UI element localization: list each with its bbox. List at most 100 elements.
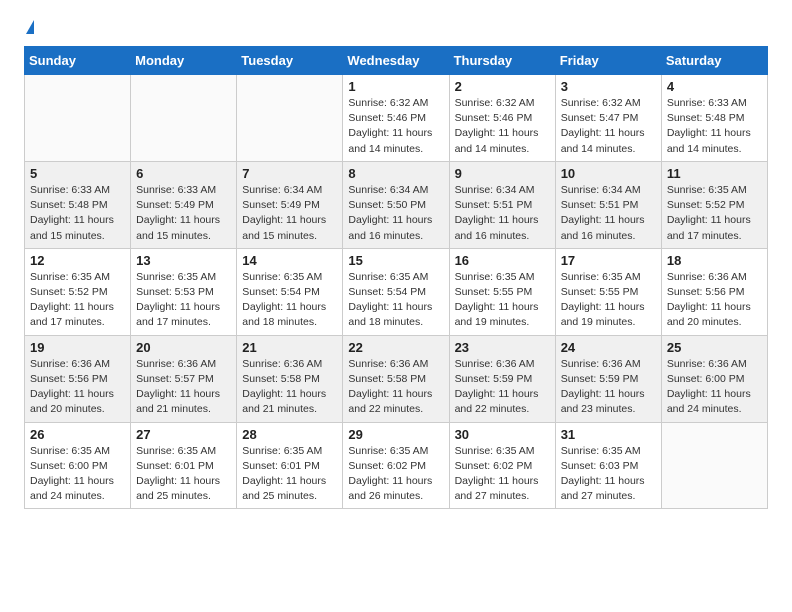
calendar-cell: 15 Sunrise: 6:35 AMSunset: 5:54 PMDayligh… xyxy=(343,248,449,335)
day-number: 27 xyxy=(136,427,231,442)
calendar-cell: 7Sunrise: 6:34 AMSunset: 5:49 PMDaylight… xyxy=(237,161,343,248)
day-number: 19 xyxy=(30,340,125,355)
calendar: SundayMondayTuesdayWednesdayThursdayFrid… xyxy=(24,46,768,509)
day-number: 25 xyxy=(667,340,762,355)
calendar-week-row: 26 Sunrise: 6:35 AMSunset: 6:00 PMDayligh… xyxy=(25,422,768,509)
day-number: 24 xyxy=(561,340,656,355)
day-info: Sunrise: 6:33 AMSunset: 5:48 PMDaylight:… xyxy=(667,96,762,157)
day-info: Sunrise: 6:36 AMSunset: 5:59 PMDaylight:… xyxy=(455,357,550,418)
day-info: Sunrise: 6:36 AMSunset: 5:58 PMDaylight:… xyxy=(348,357,443,418)
day-number: 12 xyxy=(30,253,125,268)
weekday-header-sunday: Sunday xyxy=(25,47,131,75)
calendar-cell: 29 Sunrise: 6:35 AMSunset: 6:02 PMDayligh… xyxy=(343,422,449,509)
day-info: Sunrise: 6:35 AMSunset: 5:54 PMDaylight:… xyxy=(242,270,337,331)
day-info: Sunrise: 6:36 AMSunset: 6:00 PMDaylight:… xyxy=(667,357,762,418)
calendar-cell xyxy=(131,75,237,162)
day-info: Sunrise: 6:35 AMSunset: 5:52 PMDaylight:… xyxy=(30,270,125,331)
calendar-cell xyxy=(25,75,131,162)
calendar-cell: 22Sunrise: 6:36 AMSunset: 5:58 PMDayligh… xyxy=(343,335,449,422)
day-number: 13 xyxy=(136,253,231,268)
day-info: Sunrise: 6:35 AMSunset: 5:53 PMDaylight:… xyxy=(136,270,231,331)
day-info: Sunrise: 6:35 AMSunset: 6:00 PMDaylight:… xyxy=(30,444,125,505)
day-info: Sunrise: 6:35 AMSunset: 5:54 PMDaylight:… xyxy=(348,270,443,331)
weekday-header-monday: Monday xyxy=(131,47,237,75)
calendar-cell: 8 Sunrise: 6:34 AMSunset: 5:50 PMDaylight… xyxy=(343,161,449,248)
day-info: Sunrise: 6:32 AMSunset: 5:47 PMDaylight:… xyxy=(561,96,656,157)
calendar-cell: 26 Sunrise: 6:35 AMSunset: 6:00 PMDayligh… xyxy=(25,422,131,509)
day-number: 11 xyxy=(667,166,762,181)
calendar-week-row: 1 Sunrise: 6:32 AMSunset: 5:46 PMDaylight… xyxy=(25,75,768,162)
day-info: Sunrise: 6:36 AMSunset: 5:57 PMDaylight:… xyxy=(136,357,231,418)
calendar-cell: 28 Sunrise: 6:35 AMSunset: 6:01 PMDayligh… xyxy=(237,422,343,509)
calendar-cell: 6 Sunrise: 6:33 AMSunset: 5:49 PMDaylight… xyxy=(131,161,237,248)
day-number: 30 xyxy=(455,427,550,442)
day-number: 3 xyxy=(561,79,656,94)
weekday-header-friday: Friday xyxy=(555,47,661,75)
day-number: 17 xyxy=(561,253,656,268)
day-number: 2 xyxy=(455,79,550,94)
calendar-cell: 31 Sunrise: 6:35 AMSunset: 6:03 PMDayligh… xyxy=(555,422,661,509)
day-info: Sunrise: 6:35 AMSunset: 6:02 PMDaylight:… xyxy=(455,444,550,505)
day-info: Sunrise: 6:36 AMSunset: 5:56 PMDaylight:… xyxy=(667,270,762,331)
header xyxy=(24,20,768,34)
day-info: Sunrise: 6:36 AMSunset: 5:58 PMDaylight:… xyxy=(242,357,337,418)
calendar-cell: 25 Sunrise: 6:36 AMSunset: 6:00 PMDayligh… xyxy=(661,335,767,422)
day-number: 15 xyxy=(348,253,443,268)
day-info: Sunrise: 6:36 AMSunset: 5:56 PMDaylight:… xyxy=(30,357,125,418)
day-number: 31 xyxy=(561,427,656,442)
calendar-cell: 16 Sunrise: 6:35 AMSunset: 5:55 PMDayligh… xyxy=(449,248,555,335)
calendar-cell: 19 Sunrise: 6:36 AMSunset: 5:56 PMDayligh… xyxy=(25,335,131,422)
day-info: Sunrise: 6:32 AMSunset: 5:46 PMDaylight:… xyxy=(348,96,443,157)
calendar-cell: 12 Sunrise: 6:35 AMSunset: 5:52 PMDayligh… xyxy=(25,248,131,335)
day-info: Sunrise: 6:35 AMSunset: 5:55 PMDaylight:… xyxy=(455,270,550,331)
day-info: Sunrise: 6:33 AMSunset: 5:48 PMDaylight:… xyxy=(30,183,125,244)
day-info: Sunrise: 6:34 AMSunset: 5:51 PMDaylight:… xyxy=(561,183,656,244)
day-info: Sunrise: 6:35 AMSunset: 6:01 PMDaylight:… xyxy=(136,444,231,505)
calendar-cell: 2 Sunrise: 6:32 AMSunset: 5:46 PMDaylight… xyxy=(449,75,555,162)
day-info: Sunrise: 6:35 AMSunset: 6:01 PMDaylight:… xyxy=(242,444,337,505)
calendar-cell: 4 Sunrise: 6:33 AMSunset: 5:48 PMDaylight… xyxy=(661,75,767,162)
calendar-cell: 27 Sunrise: 6:35 AMSunset: 6:01 PMDayligh… xyxy=(131,422,237,509)
day-number: 14 xyxy=(242,253,337,268)
weekday-header-row: SundayMondayTuesdayWednesdayThursdayFrid… xyxy=(25,47,768,75)
calendar-cell: 20Sunrise: 6:36 AMSunset: 5:57 PMDayligh… xyxy=(131,335,237,422)
day-number: 4 xyxy=(667,79,762,94)
calendar-cell: 14 Sunrise: 6:35 AMSunset: 5:54 PMDayligh… xyxy=(237,248,343,335)
calendar-cell: 21Sunrise: 6:36 AMSunset: 5:58 PMDayligh… xyxy=(237,335,343,422)
day-number: 10 xyxy=(561,166,656,181)
day-info: Sunrise: 6:34 AMSunset: 5:50 PMDaylight:… xyxy=(348,183,443,244)
calendar-cell xyxy=(661,422,767,509)
calendar-week-row: 5Sunrise: 6:33 AMSunset: 5:48 PMDaylight… xyxy=(25,161,768,248)
day-info: Sunrise: 6:35 AMSunset: 6:02 PMDaylight:… xyxy=(348,444,443,505)
day-number: 8 xyxy=(348,166,443,181)
day-info: Sunrise: 6:36 AMSunset: 5:59 PMDaylight:… xyxy=(561,357,656,418)
logo xyxy=(24,20,34,34)
day-info: Sunrise: 6:35 AMSunset: 5:52 PMDaylight:… xyxy=(667,183,762,244)
calendar-cell: 9 Sunrise: 6:34 AMSunset: 5:51 PMDaylight… xyxy=(449,161,555,248)
day-info: Sunrise: 6:35 AMSunset: 6:03 PMDaylight:… xyxy=(561,444,656,505)
day-number: 1 xyxy=(348,79,443,94)
day-info: Sunrise: 6:33 AMSunset: 5:49 PMDaylight:… xyxy=(136,183,231,244)
calendar-cell: 18 Sunrise: 6:36 AMSunset: 5:56 PMDayligh… xyxy=(661,248,767,335)
day-number: 18 xyxy=(667,253,762,268)
day-info: Sunrise: 6:32 AMSunset: 5:46 PMDaylight:… xyxy=(455,96,550,157)
day-info: Sunrise: 6:34 AMSunset: 5:51 PMDaylight:… xyxy=(455,183,550,244)
day-number: 26 xyxy=(30,427,125,442)
page: SundayMondayTuesdayWednesdayThursdayFrid… xyxy=(0,0,792,529)
calendar-week-row: 12 Sunrise: 6:35 AMSunset: 5:52 PMDayligh… xyxy=(25,248,768,335)
day-number: 6 xyxy=(136,166,231,181)
day-number: 29 xyxy=(348,427,443,442)
day-number: 28 xyxy=(242,427,337,442)
calendar-cell: 11 Sunrise: 6:35 AMSunset: 5:52 PMDayligh… xyxy=(661,161,767,248)
calendar-cell: 30 Sunrise: 6:35 AMSunset: 6:02 PMDayligh… xyxy=(449,422,555,509)
day-number: 16 xyxy=(455,253,550,268)
calendar-cell: 23 Sunrise: 6:36 AMSunset: 5:59 PMDayligh… xyxy=(449,335,555,422)
day-number: 7 xyxy=(242,166,337,181)
weekday-header-wednesday: Wednesday xyxy=(343,47,449,75)
day-info: Sunrise: 6:35 AMSunset: 5:55 PMDaylight:… xyxy=(561,270,656,331)
day-number: 23 xyxy=(455,340,550,355)
calendar-cell: 5Sunrise: 6:33 AMSunset: 5:48 PMDaylight… xyxy=(25,161,131,248)
calendar-week-row: 19 Sunrise: 6:36 AMSunset: 5:56 PMDayligh… xyxy=(25,335,768,422)
calendar-cell: 13 Sunrise: 6:35 AMSunset: 5:53 PMDayligh… xyxy=(131,248,237,335)
day-number: 9 xyxy=(455,166,550,181)
